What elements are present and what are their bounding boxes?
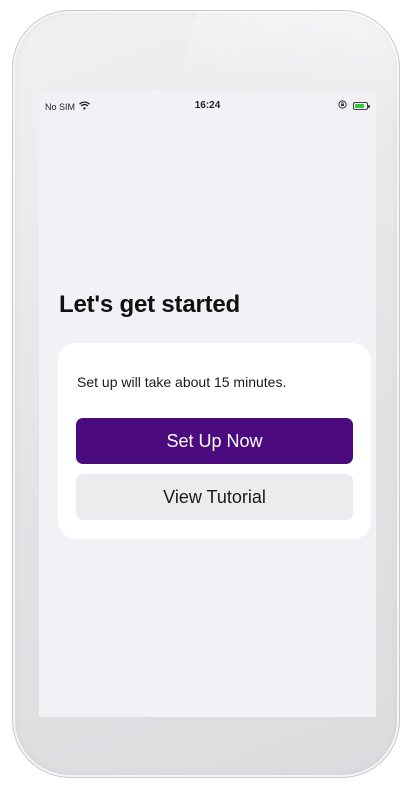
view-tutorial-button[interactable]: View Tutorial — [76, 474, 353, 520]
status-time: 16:24 — [194, 100, 221, 111]
status-right — [338, 100, 370, 111]
device-frame: No SIM 16:24 Let's get started Set up wi… — [12, 10, 400, 778]
battery-level-fill — [355, 103, 364, 108]
set-up-now-button[interactable]: Set Up Now — [76, 418, 353, 464]
app-screen: No SIM 16:24 Let's get started Set up wi… — [39, 91, 376, 717]
battery-charging-icon — [353, 101, 370, 110]
setup-card: Set up will take about 15 minutes. Set U… — [58, 343, 371, 539]
page-title: Let's get started — [59, 291, 241, 318]
status-bar: No SIM 16:24 — [39, 97, 376, 117]
setup-duration-text: Set up will take about 15 minutes. — [77, 374, 287, 390]
orientation-lock-icon — [338, 100, 347, 111]
